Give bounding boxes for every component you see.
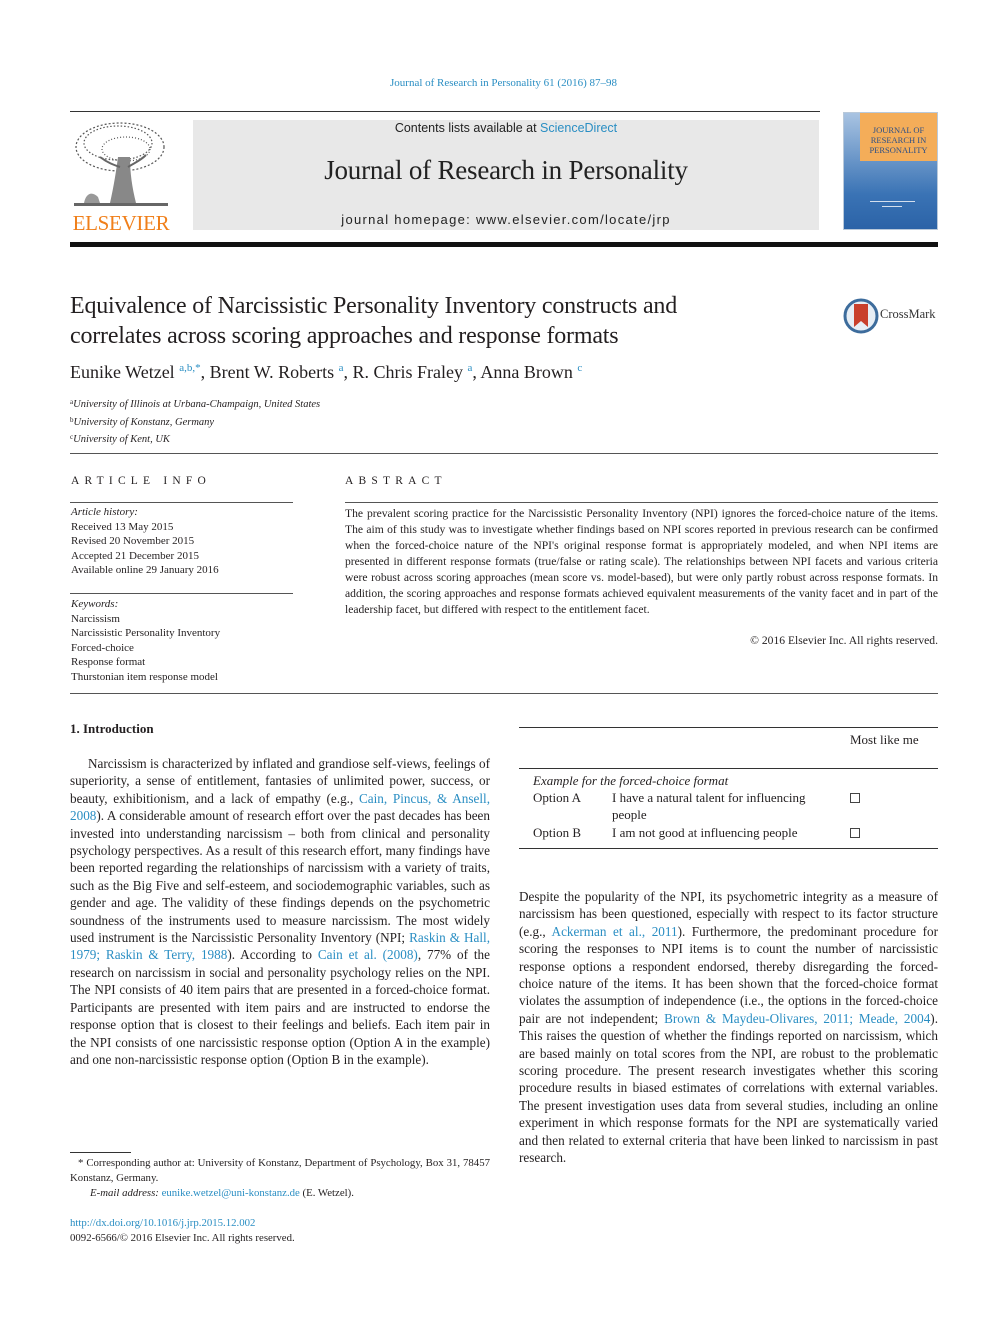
- history-item: Available online 29 January 2016: [71, 564, 219, 576]
- keywords: Keywords: Narcissism Narcissistic Person…: [71, 597, 220, 684]
- column-header-most-like-me: Most like me: [850, 732, 919, 747]
- author-affiliation-marker[interactable]: a,b,*: [179, 362, 200, 374]
- elsevier-logo[interactable]: ELSEVIER: [70, 117, 172, 235]
- section-divider: [70, 453, 938, 454]
- author-name[interactable]: Anna Brown: [480, 362, 573, 382]
- journal-homepage[interactable]: journal homepage: www.elsevier.com/locat…: [193, 212, 819, 227]
- article-history: Article history: Received 13 May 2015 Re…: [71, 505, 219, 578]
- table-bottom-rule: [519, 848, 938, 849]
- author-name[interactable]: Eunike Wetzel: [70, 362, 175, 382]
- table-row: Option B I am not good at influencing pe…: [533, 824, 938, 842]
- article-info-heading: ARTICLE INFO: [71, 475, 211, 487]
- table-header-rule: [519, 768, 938, 769]
- elsevier-wordmark: ELSEVIER: [72, 211, 170, 235]
- intro-paragraph-2: Despite the popularity of the NPI, its p…: [519, 889, 938, 1166]
- crossmark-button[interactable]: CrossMark: [843, 298, 943, 334]
- journal-cover-thumbnail[interactable]: JOURNAL OF RESEARCH IN PERSONALITY: [843, 112, 938, 230]
- option-text: I am not good at influencing people: [612, 825, 798, 840]
- abstract-text: The prevalent scoring practice for the N…: [345, 507, 938, 616]
- keyword-item: Thurstonian item response model: [71, 670, 218, 683]
- table-caption: Example for the forced-choice format: [533, 773, 729, 788]
- section-heading-introduction: 1. Introduction: [70, 721, 154, 736]
- section-divider: [70, 693, 938, 694]
- header-thick-rule: [70, 242, 938, 247]
- cover-detail-line: [882, 206, 902, 207]
- doi-block: http://dx.doi.org/10.1016/j.jrp.2015.12.…: [70, 1216, 295, 1246]
- cover-detail-line: [870, 201, 915, 202]
- option-label: Option B: [533, 825, 582, 840]
- table-top-rule: [519, 727, 938, 728]
- email-link[interactable]: eunike.wetzel@uni-konstanz.de: [162, 1187, 300, 1199]
- author-affiliation-marker[interactable]: c: [577, 362, 582, 374]
- article-info-divider: [70, 502, 293, 503]
- citation-link[interactable]: Brown & Maydeu-Olivares, 2011; Meade, 20…: [664, 1011, 930, 1026]
- doi-link[interactable]: http://dx.doi.org/10.1016/j.jrp.2015.12.…: [70, 1217, 255, 1229]
- keywords-divider: [70, 593, 293, 594]
- article-history-label: Article history:: [71, 506, 138, 518]
- abstract-heading: ABSTRACT: [345, 475, 447, 487]
- article-title: Equivalence of Narcissistic Personality …: [70, 293, 678, 349]
- contents-line: Contents lists available at ScienceDirec…: [193, 121, 819, 135]
- affiliation-item: bUniversity of Konstanz, Germany: [70, 415, 215, 428]
- option-label: Option A: [533, 790, 582, 805]
- email-label: E-mail address:: [90, 1187, 162, 1199]
- author-name[interactable]: R. Chris Fraley: [352, 362, 463, 382]
- keyword-item: Forced-choice: [71, 641, 134, 654]
- citation-link[interactable]: Cain et al. (2008): [318, 947, 418, 962]
- issn-copyright: 0092-6566/© 2016 Elsevier Inc. All right…: [70, 1232, 295, 1244]
- keyword-item: Response format: [71, 656, 146, 668]
- crossmark-label: CrossMark: [880, 307, 936, 321]
- contents-prefix: Contents lists available at: [394, 121, 541, 135]
- affiliation-item: cUniversity of Kent, UK: [70, 433, 170, 445]
- footnote-rule: [70, 1152, 131, 1153]
- email-note: E-mail address: eunike.wetzel@uni-konsta…: [90, 1187, 354, 1199]
- corresponding-author-note: * Corresponding author at: University of…: [70, 1157, 490, 1184]
- history-item: Received 13 May 2015: [71, 520, 174, 533]
- option-text: I have a natural talent for influencing …: [612, 790, 806, 823]
- abstract-divider: [345, 502, 938, 503]
- history-item: Accepted 21 December 2015: [71, 549, 199, 562]
- header-divider: [70, 111, 820, 112]
- abstract-copyright: © 2016 Elsevier Inc. All rights reserved…: [750, 634, 938, 647]
- cover-title: JOURNAL OF RESEARCH IN PERSONALITY: [869, 125, 928, 155]
- option-checkbox[interactable]: [850, 828, 860, 838]
- affiliations: aUniversity of Illinois at Urbana-Champa…: [70, 395, 320, 448]
- option-checkbox[interactable]: [850, 793, 860, 803]
- table-row: Option A I have a natural talent for inf…: [533, 789, 938, 824]
- keyword-item: Narcissistic Personality Inventory: [71, 627, 221, 639]
- journal-citation-link[interactable]: Journal of Research in Personality 61 (2…: [0, 77, 992, 89]
- elsevier-tree-icon: [74, 122, 168, 206]
- journal-title: Journal of Research in Personality: [324, 155, 688, 185]
- citation-link[interactable]: Ackerman et al., 2011: [552, 924, 678, 939]
- keyword-item: Narcissism: [71, 612, 120, 625]
- sciencedirect-link[interactable]: ScienceDirect: [540, 121, 617, 135]
- author-name[interactable]: Brent W. Roberts: [210, 362, 335, 382]
- keywords-label: Keywords:: [71, 598, 119, 610]
- crossmark-icon: [843, 298, 879, 334]
- author-list: Eunike Wetzel a,b,*, Brent W. Roberts a,…: [70, 362, 583, 382]
- intro-paragraph-1: Narcissism is characterized by inflated …: [70, 756, 491, 1067]
- affiliation-item: aUniversity of Illinois at Urbana-Champa…: [70, 398, 321, 410]
- history-item: Revised 20 November 2015: [71, 535, 195, 547]
